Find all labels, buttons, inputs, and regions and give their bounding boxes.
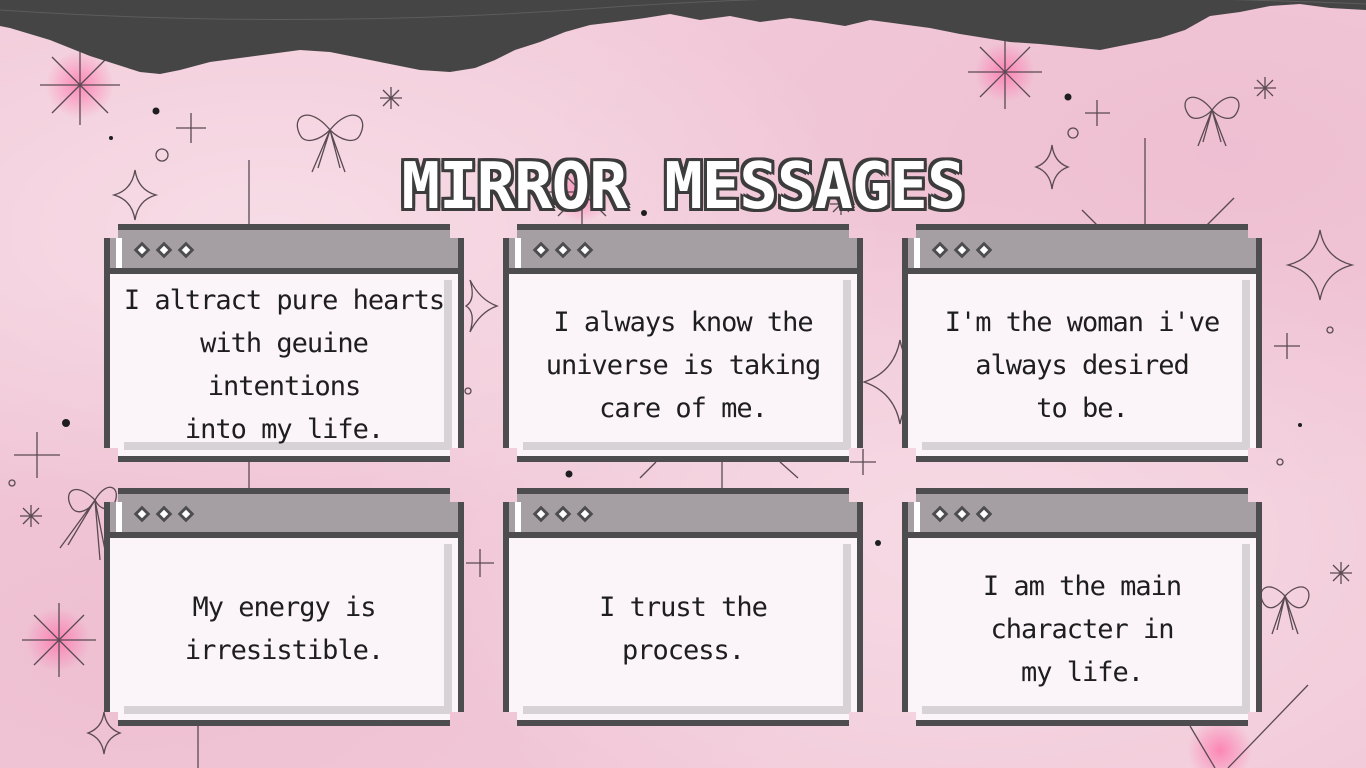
window-dot-icon	[954, 506, 971, 523]
window-title-bar	[110, 494, 458, 538]
window-dot-icon	[976, 506, 993, 523]
affirmation-text: I trust the process.	[599, 592, 767, 666]
window-title-bar	[509, 230, 857, 274]
message-window: I always know the universe is taking car…	[503, 224, 863, 462]
window-dot-icon	[178, 242, 195, 259]
page-title: MIRROR MESSAGES	[401, 149, 966, 224]
window-dot-icon	[555, 506, 572, 523]
affirmation-text: I'm the woman i've always desired to be.	[944, 306, 1220, 424]
window-controls	[535, 508, 591, 520]
affirmation-text: I always know the universe is taking car…	[545, 306, 821, 424]
window-controls	[535, 244, 591, 256]
window-dot-icon	[932, 506, 949, 523]
window-dot-icon	[577, 506, 594, 523]
window-dot-icon	[533, 506, 550, 523]
message-window: My energy is irresistible.	[104, 488, 464, 726]
affirmation-text: My energy is irresistible.	[184, 592, 384, 666]
window-dot-icon	[954, 242, 971, 259]
message-window: I'm the woman i've always desired to be.	[902, 224, 1262, 462]
window-dot-icon	[156, 506, 173, 523]
window-controls	[136, 508, 192, 520]
message-window: I trust the process.	[503, 488, 863, 726]
window-title-bar	[110, 230, 458, 274]
torn-paper	[0, 0, 1366, 74]
window-dot-icon	[533, 242, 550, 259]
window-controls	[934, 508, 990, 520]
message-window: I am the main character in my life.	[902, 488, 1262, 726]
window-dot-icon	[577, 242, 594, 259]
window-dot-icon	[932, 242, 949, 259]
window-dot-icon	[178, 506, 195, 523]
affirmation-text: I altract pure hearts with geuine intent…	[123, 285, 445, 445]
window-dot-icon	[555, 242, 572, 259]
window-controls	[934, 244, 990, 256]
window-title-bar	[908, 230, 1256, 274]
window-controls	[136, 244, 192, 256]
window-title-bar	[908, 494, 1256, 538]
window-dot-icon	[156, 242, 173, 259]
window-dot-icon	[976, 242, 993, 259]
affirmation-text: I am the main character in my life.	[982, 570, 1182, 688]
window-dot-icon	[134, 242, 151, 259]
window-dot-icon	[134, 506, 151, 523]
window-title-bar	[509, 494, 857, 538]
message-window: I altract pure hearts with geuine intent…	[104, 224, 464, 462]
